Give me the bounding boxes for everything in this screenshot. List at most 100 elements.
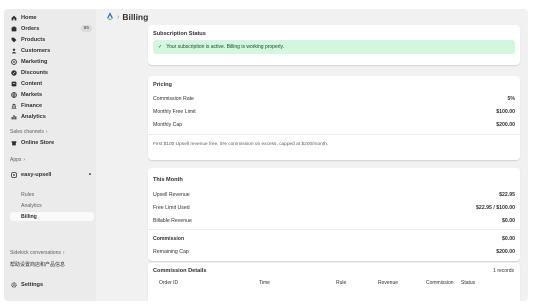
column-header-commission[interactable]: Commission [426,280,454,286]
subscription-status-card: Subscription Status ✓ Your subscription … [148,25,520,65]
sidebar-item-label: Orders [21,26,40,32]
apps-header[interactable]: Apps › [10,157,25,163]
banner-message: Your subscription is active. Billing is … [166,44,285,50]
discount-icon [11,70,17,76]
sidebar-item-products[interactable]: Products [8,35,94,45]
row-label: Commission Rate [153,96,194,102]
chevron-right-icon: › [23,157,26,163]
pricing-card: Pricing Commission Rate 5% Monthly Free … [148,76,520,160]
column-header-time[interactable]: Time [259,280,270,286]
app-icon [11,172,17,178]
person-icon [11,48,17,54]
pricing-note: First $100 Upsell revenue free, 5% commi… [153,142,329,147]
sidebar-subitem-rules[interactable]: Rules [21,190,34,199]
chevron-right-icon: › [45,129,48,135]
sidebar-item-label: Content [21,81,43,87]
sidebar-item-label: Customers [21,48,51,54]
column-header-status[interactable]: Status [461,280,475,286]
sidebar-item-customers[interactable]: Customers [8,46,94,56]
column-header-revenue[interactable]: Revenue [378,280,398,286]
sidebar-item-easy-upsell[interactable]: easy-upsell • [8,170,94,180]
sales-channels-header[interactable]: Sales channels › [10,129,48,135]
page-title: Billing [122,12,149,22]
commission-details-card: Commission Details 1 records Order ID Ti… [148,263,520,301]
sidebar-item-finance[interactable]: Finance [8,101,94,111]
check-icon: ✓ [158,44,163,50]
home-icon [11,15,17,21]
records-count: 1 records [493,268,514,274]
apps-label: Apps [10,157,22,163]
sidebar-item-markets[interactable]: Markets [8,90,94,100]
main-content: › Billing Subscription Status ✓ Your sub… [96,9,528,301]
orders-icon [11,26,17,32]
sidebar-item-label: Online Store [21,140,55,146]
page-header: › Billing [106,12,148,22]
sidebar-item-label: Discounts [21,70,49,76]
pricing-row-monthly-cap: Monthly Cap $200.00 [153,122,515,128]
sidekick-header[interactable]: Sidekick conversations › [10,250,65,256]
row-label: Upsell Revenue [153,192,190,198]
card-title: Pricing [153,82,172,88]
sidebar-item-label: Marketing [21,59,48,65]
row-value: $0.00 [502,218,515,224]
month-row-free-limit-used: Free Limit Used $22.95 / $100.00 [153,205,515,211]
row-label: Remaining Cap [153,249,189,255]
sidebar-item-label: Home [21,15,37,21]
row-value: $0.00 [502,236,515,242]
row-label: Free Limit Used [153,205,190,211]
sidebar: Home Orders 85 Products Customers Market… [4,9,96,301]
sidebar-item-label: Finance [21,103,43,109]
sidebar-item-home[interactable]: Home [8,13,94,23]
row-value: 5% [507,96,516,102]
target-icon [11,59,17,65]
more-dot-icon[interactable]: • [89,172,91,178]
pricing-row-commission-rate: Commission Rate 5% [153,96,515,102]
app-frame: Home Orders 85 Products Customers Market… [4,9,528,301]
sidebar-item-label: Markets [21,92,43,98]
card-title: Subscription Status [153,31,206,37]
sidebar-item-marketing[interactable]: Marketing [8,57,94,67]
this-month-card: This Month Upsell Revenue $22.95 Free Li… [148,168,520,261]
sidekick-label: Sidekick conversations [10,250,61,256]
chevron-right-icon: › [117,13,120,21]
success-banner: ✓ Your subscription is active. Billing i… [153,40,515,54]
pricing-row-monthly-free-limit: Monthly Free Limit $100.00 [153,109,515,115]
orders-count-badge: 85 [80,25,92,32]
sidebar-subitem-analytics[interactable]: Analytics [21,201,42,210]
row-value: $22.95 / $100.00 [476,205,515,211]
card-title: This Month [153,177,183,183]
chart-icon [11,114,17,120]
sidebar-item-discounts[interactable]: Discounts [8,68,94,78]
sidebar-item-label: Settings [21,282,44,288]
row-value: $22.95 [499,192,515,198]
row-label: Billable Revenue [153,218,192,224]
row-value: $200.00 [496,122,515,128]
gear-icon [11,282,17,288]
month-row-remaining-cap: Remaining Cap $200.00 [153,249,515,255]
tag-icon [11,37,17,43]
bank-icon [11,103,17,109]
content-icon [11,81,17,87]
column-header-rule[interactable]: Rule [336,280,346,286]
row-label: Monthly Cap [153,122,183,128]
sidebar-item-online-store[interactable]: Online Store [8,138,94,148]
month-row-upsell-revenue: Upsell Revenue $22.95 [153,192,515,198]
sidekick-conversation-label: 帮助设置商店和产品信息 [10,262,66,268]
row-label: Commission [153,236,185,242]
sidebar-item-label: easy-upsell [21,172,52,178]
sidebar-item-analytics[interactable]: Analytics [8,112,94,122]
sidebar-subitem-billing[interactable]: Billing [10,212,94,221]
store-icon [11,140,17,146]
divider [148,229,520,230]
month-row-billable-revenue: Billable Revenue $0.00 [153,218,515,224]
column-header-order-id[interactable]: Order ID [159,280,178,286]
sidebar-item-settings[interactable]: Settings [8,280,94,290]
sidebar-item-label: Products [21,37,46,43]
sidebar-item-orders[interactable]: Orders 85 [8,24,94,34]
month-row-commission: Commission $0.00 [153,236,515,242]
sidebar-item-content[interactable]: Content [8,79,94,89]
sidekick-conversation-item[interactable]: 帮助设置商店和产品信息 [10,261,65,268]
chevron-right-icon: › [62,250,65,256]
globe-icon [11,92,17,98]
sidebar-item-label: Analytics [21,114,46,120]
